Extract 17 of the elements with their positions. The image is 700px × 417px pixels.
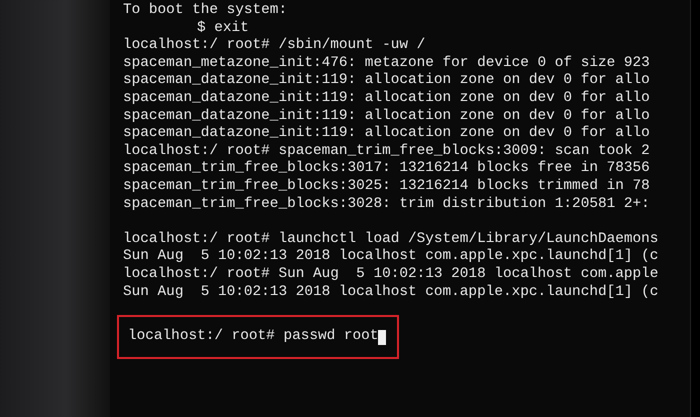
terminal-line: Sun Aug 5 10:02:13 2018 localhost com.apple.xpc.launchd[1] (c	[123, 284, 658, 300]
terminal-line: Sun Aug 5 10:02:13 2018 localhost com.apple.xpc.launchd[1] (c	[123, 248, 658, 264]
terminal-line: spaceman_datazone_init:119: allocation zone on dev 0 for allo	[123, 108, 650, 124]
terminal-line: localhost:/ root# spaceman_trim_free_blocks:3009: scan took 2	[123, 142, 650, 159]
terminal-line: spaceman_trim_free_blocks:3017: 13216214 blocks free in 78356	[123, 160, 650, 176]
terminal-line: spaceman_datazone_init:119: allocation zone on dev 0 for allo	[123, 125, 650, 142]
terminal-line: localhost:/ root# /sbin/mount -uw /	[123, 37, 426, 54]
terminal-line: spaceman_datazone_init:119: allocation zone on dev 0 for allo	[123, 72, 650, 88]
terminal-line: localhost:/ root# Sun Aug 5 10:02:13 2018 localhost com.apple	[123, 266, 658, 282]
terminal-line: spaceman_trim_free_blocks:3025: 13216214 blocks trimmed in 78	[123, 178, 650, 194]
terminal-command: localhost:/ root# passwd root	[128, 328, 378, 346]
terminal-line: localhost:/ root# launchctl load /System/Library/LaunchDaemons	[123, 230, 658, 247]
terminal-line: spaceman_datazone_init:119: allocation zone on dev 0 for allo	[123, 90, 650, 106]
terminal-line: spaceman_metazone_init:476: metazone for device 0 of size 923	[123, 54, 650, 71]
terminal-line: To boot the system:	[123, 2, 288, 18]
terminal-line: $ exit	[197, 20, 249, 36]
terminal-line: spaceman_trim_free_blocks:3028: trim distribution 1:20581 2+:	[123, 196, 650, 212]
